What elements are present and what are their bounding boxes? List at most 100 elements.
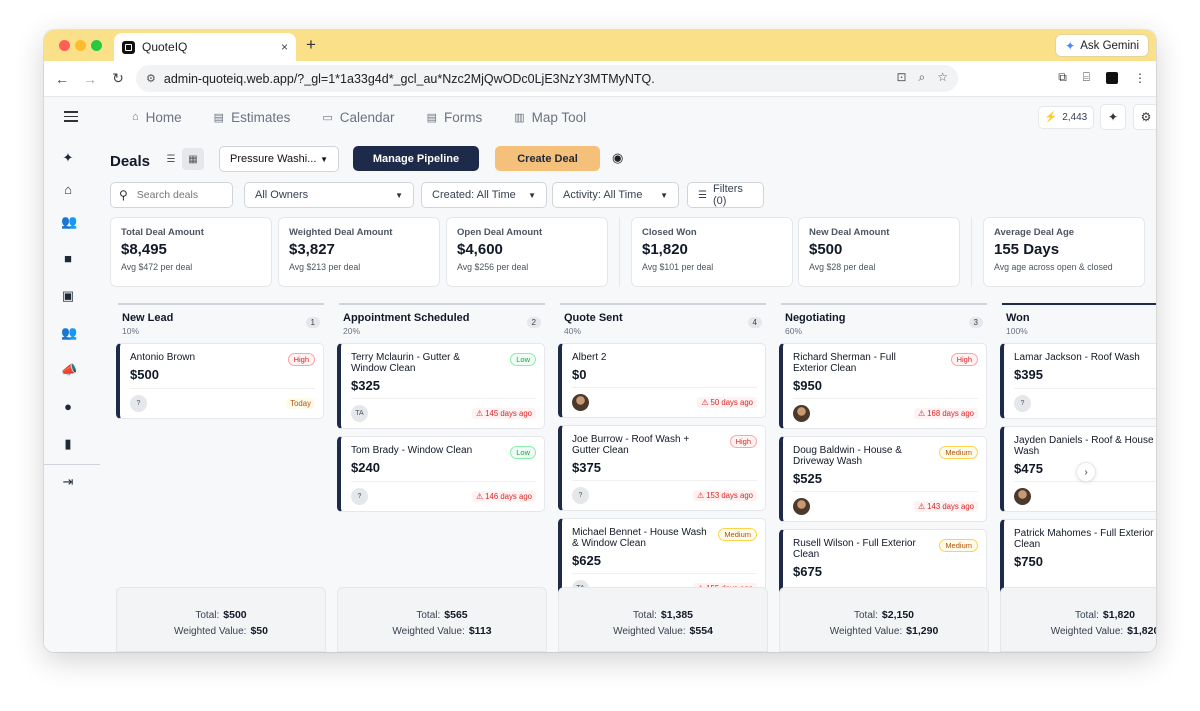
deal-title: Lamar Jackson - Roof Wash bbox=[1014, 352, 1140, 363]
deal-title: Richard Sherman - Full Exterior Clean bbox=[793, 352, 896, 374]
hamburger-menu-icon[interactable] bbox=[64, 111, 78, 125]
deal-title: Albert 2 bbox=[572, 352, 607, 363]
nav-forms[interactable]: ▤ Forms bbox=[427, 110, 483, 125]
maximize-window-button[interactable] bbox=[91, 40, 102, 51]
column-name: Won bbox=[1006, 312, 1030, 324]
ask-gemini-button[interactable]: ✦ Ask Gemini bbox=[1055, 34, 1149, 57]
nav-estimates[interactable]: ▤ Estimates bbox=[214, 110, 291, 125]
filters-button[interactable]: ☰ Filters (0) bbox=[687, 182, 764, 208]
deal-card[interactable]: Joe Burrow - Roof Wash + Gutter Clean $3… bbox=[558, 425, 766, 511]
new-tab-button[interactable]: + bbox=[306, 35, 316, 55]
users-icon[interactable]: 👥 bbox=[61, 215, 77, 229]
document-icon: ▤ bbox=[213, 111, 225, 124]
nav-calendar[interactable]: ▭ Calendar bbox=[322, 110, 394, 125]
chevron-down-icon: ▼ bbox=[660, 190, 668, 200]
created-dropdown[interactable]: Created: All Time ▼ bbox=[421, 182, 547, 208]
chevron-down-icon: ▼ bbox=[320, 154, 328, 164]
nav-home-label: Home bbox=[145, 109, 182, 125]
eye-icon[interactable]: ◉ bbox=[612, 150, 628, 166]
browser-window: QuoteIQ × + ✦ Ask Gemini ← → ↻ ⚙ admin-q… bbox=[44, 30, 1156, 652]
avatar: ? bbox=[351, 488, 368, 505]
total-label: Total: bbox=[853, 610, 878, 621]
board-view-icon[interactable]: ▦ bbox=[182, 148, 204, 170]
settings-button[interactable]: ⚙ bbox=[1133, 104, 1156, 130]
deal-amount: $525 bbox=[793, 471, 822, 486]
priority-badge: Medium bbox=[939, 539, 978, 552]
stat-value: 155 Days bbox=[994, 241, 1060, 258]
stat-label: Average Deal Age bbox=[994, 227, 1075, 238]
reload-icon[interactable]: ↻ bbox=[104, 70, 132, 87]
pipeline-select[interactable]: Pressure Washi... ▼ bbox=[219, 146, 339, 172]
deal-title: Patrick Mahomes - Full Exterior Clean bbox=[1014, 528, 1154, 550]
nav-map-tool[interactable]: ▥ Map Tool bbox=[514, 110, 586, 125]
extensions-puzzle-icon[interactable]: ⧉ bbox=[1058, 70, 1067, 85]
search-icon: ⚲ bbox=[119, 188, 128, 202]
column-probability: 40% bbox=[564, 326, 582, 336]
deal-age: ⚠ 153 days ago bbox=[693, 490, 757, 501]
quoteiq-extension-icon[interactable] bbox=[1106, 71, 1118, 84]
activity-dropdown-value: Activity: All Time bbox=[563, 189, 643, 201]
priority-badge: Low bbox=[510, 446, 536, 459]
map-icon: ▥ bbox=[514, 111, 525, 124]
browser-tabbar: QuoteIQ × + ✦ Ask Gemini bbox=[44, 30, 1156, 61]
deal-card[interactable]: Lamar Jackson - Roof Wash $395 ? bbox=[1000, 343, 1156, 419]
deals-page: Deals ☰ ▦ Pressure Washi... ▼ Manage Pip… bbox=[100, 137, 1156, 652]
manage-pipeline-button[interactable]: Manage Pipeline bbox=[353, 146, 479, 171]
deal-age: Today bbox=[286, 398, 315, 409]
column-count: 4 bbox=[747, 317, 762, 328]
deal-card[interactable]: Doug Baldwin - House & Driveway Wash $52… bbox=[779, 436, 987, 522]
close-window-button[interactable] bbox=[59, 40, 70, 51]
search-input[interactable] bbox=[136, 189, 217, 201]
activity-dropdown[interactable]: Activity: All Time ▼ bbox=[552, 182, 679, 208]
sidebar-divider bbox=[44, 464, 100, 465]
weighted-label: Weighted Value: bbox=[174, 626, 247, 637]
ai-sparkle-button[interactable]: ✦ bbox=[1100, 104, 1126, 130]
scroll-right-button[interactable]: › bbox=[1076, 462, 1096, 482]
deal-amount: $950 bbox=[793, 378, 822, 393]
zoom-icon[interactable]: ⌕ bbox=[919, 70, 926, 85]
minimize-window-button[interactable] bbox=[75, 40, 86, 51]
account-circle-icon[interactable]: ● bbox=[61, 400, 75, 414]
browser-menu-icon[interactable]: ⋮ bbox=[1134, 71, 1146, 85]
install-app-icon[interactable]: ⊡ bbox=[896, 70, 906, 85]
forward-arrow-icon[interactable]: → bbox=[76, 71, 104, 87]
column-weighted: $1,290 bbox=[906, 625, 939, 637]
column-total: $1,820 bbox=[1102, 609, 1136, 621]
tab-title: QuoteIQ bbox=[142, 40, 188, 54]
back-arrow-icon[interactable]: ← bbox=[48, 71, 76, 87]
deal-card[interactable]: Albert 2 $0 ⚠ 50 days ago bbox=[558, 343, 766, 418]
logout-icon[interactable]: ⇥ bbox=[61, 475, 75, 489]
tab-search-icon[interactable]: ⌸ bbox=[1083, 70, 1090, 85]
deal-card[interactable]: Richard Sherman - Full Exterior Clean $9… bbox=[779, 343, 987, 429]
avatar: TA bbox=[351, 405, 368, 422]
stat-card-new: New Deal Amount $500 Avg $28 per deal bbox=[798, 217, 960, 287]
inbox-icon[interactable]: ▣ bbox=[61, 289, 75, 303]
owners-dropdown[interactable]: All Owners ▼ bbox=[244, 182, 414, 208]
address-bar[interactable]: ⚙ admin-quoteiq.web.app/?_gl=1*1a33g4d*_… bbox=[136, 65, 958, 92]
deal-card[interactable]: Tom Brady - Window Clean $240 Low ? ⚠ 14… bbox=[337, 436, 545, 512]
chevron-down-icon: ▼ bbox=[395, 190, 403, 200]
column-totals: Total: $1,385 Weighted Value: $554 bbox=[558, 587, 768, 652]
nav-home[interactable]: ⌂ Home bbox=[132, 110, 182, 125]
stat-sub: Avg $101 per deal bbox=[642, 262, 714, 272]
list-view-icon[interactable]: ☰ bbox=[160, 148, 182, 170]
megaphone-icon[interactable]: 📣 bbox=[61, 363, 77, 377]
bookmark-star-icon[interactable]: ☆ bbox=[937, 70, 948, 85]
sparkle-ai-icon[interactable]: ✦ bbox=[61, 151, 75, 165]
team-icon[interactable]: 👥 bbox=[61, 326, 77, 340]
tab-close-icon[interactable]: × bbox=[281, 40, 288, 54]
column-total: $2,150 bbox=[881, 609, 915, 621]
stat-sub: Avg age across open & closed bbox=[994, 262, 1113, 272]
browser-tab[interactable]: QuoteIQ × bbox=[114, 33, 296, 61]
deal-title: Michael Bennet - House Wash & Window Cle… bbox=[572, 527, 707, 549]
home-icon[interactable]: ⌂ bbox=[61, 183, 75, 197]
kanban-column-appointment-scheduled: Appointment Scheduled 20% 2 Terry Mclaur… bbox=[337, 303, 547, 652]
book-icon[interactable]: ▮ bbox=[61, 437, 75, 451]
site-settings-icon[interactable]: ⚙ bbox=[146, 72, 156, 85]
deal-card[interactable]: Terry Mclaurin - Gutter & Window Clean $… bbox=[337, 343, 545, 429]
briefcase-icon[interactable]: ■ bbox=[61, 252, 75, 266]
stat-label: New Deal Amount bbox=[809, 227, 890, 238]
deal-card[interactable]: Antonio Brown $500 High ? Today bbox=[116, 343, 324, 419]
credits-badge[interactable]: ⚡ 2,443 bbox=[1038, 106, 1094, 129]
create-deal-button[interactable]: Create Deal bbox=[495, 146, 600, 171]
